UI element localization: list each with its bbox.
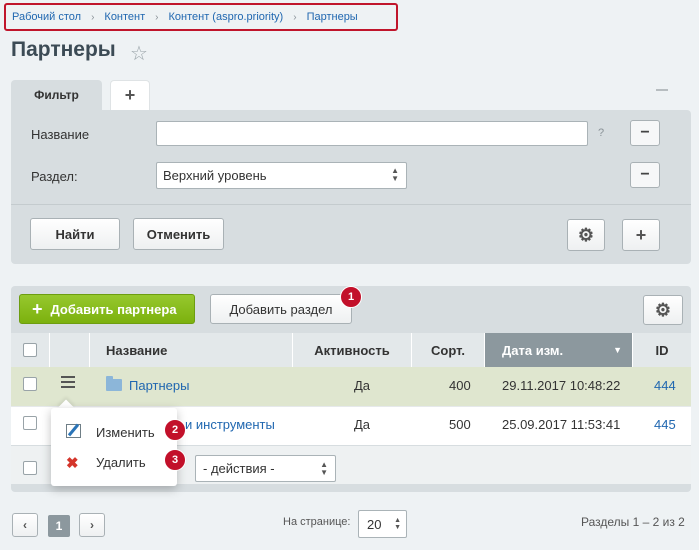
header-actions-cell xyxy=(50,333,90,367)
breadcrumb-item-partners[interactable]: Партнеры xyxy=(307,11,358,23)
section-select[interactable]: Верхний уровень ▲ ▼ xyxy=(156,162,407,189)
name-field-label: Название xyxy=(31,127,90,142)
column-header-name[interactable]: Название xyxy=(90,333,293,367)
gear-icon: ⚙ xyxy=(654,299,672,320)
row-id-link[interactable]: 444 xyxy=(654,378,676,393)
filter-settings-button[interactable]: ⚙ xyxy=(567,219,605,251)
context-menu xyxy=(51,408,177,486)
name-filter-input[interactable] xyxy=(156,121,588,146)
select-arrows-icon: ▲ ▼ xyxy=(320,460,328,477)
find-button[interactable]: Найти xyxy=(30,218,120,250)
breadcrumb: Рабочий стол › Контент › Контент (aspro.… xyxy=(4,3,398,31)
gear-icon: ⚙ xyxy=(577,224,595,245)
row-name-link[interactable]: Партнеры xyxy=(129,378,189,393)
row-active: Да xyxy=(354,378,371,393)
tab-filter[interactable]: Фильтр xyxy=(11,80,102,110)
row-sort: 400 xyxy=(449,378,471,393)
select-arrows-icon: ▲ ▼ xyxy=(394,517,401,531)
step-badge-1: 1 xyxy=(340,286,362,308)
column-header-date[interactable]: Дата изм. ▼ xyxy=(485,333,633,367)
collapse-filter-icon[interactable] xyxy=(656,89,668,91)
help-icon[interactable]: ? xyxy=(598,127,604,139)
prev-page-button[interactable]: ‹ xyxy=(12,513,38,537)
add-section-button[interactable]: Добавить раздел xyxy=(210,294,352,324)
group-action-value: - действия - xyxy=(203,461,275,476)
select-all-checkbox[interactable] xyxy=(23,343,37,357)
add-filter-field-button[interactable]: + xyxy=(622,219,660,251)
breadcrumb-item-content[interactable]: Контент xyxy=(104,11,145,23)
context-menu-edit[interactable]: Изменить xyxy=(96,425,155,440)
remove-name-field-button[interactable]: − xyxy=(630,120,660,146)
breadcrumb-item-aspro-priority[interactable]: Контент (aspro.priority) xyxy=(169,11,284,23)
row-checkbox[interactable] xyxy=(23,416,37,430)
plus-icon: + xyxy=(32,298,43,319)
select-arrows-icon: ▲ ▼ xyxy=(391,166,399,183)
breadcrumb-separator-icon: › xyxy=(293,11,297,23)
group-action-select[interactable]: - действия - ▲ ▼ xyxy=(195,455,336,482)
step-badge-2: 2 xyxy=(164,419,186,441)
delete-icon: ✖ xyxy=(66,455,79,472)
column-header-date-label: Дата изм. xyxy=(502,342,564,358)
per-page-label: На странице: xyxy=(283,516,351,528)
folder-icon xyxy=(106,376,122,391)
star-icon[interactable]: ☆ xyxy=(130,41,148,66)
row-menu-icon[interactable] xyxy=(61,376,75,388)
select-all-bottom-checkbox[interactable] xyxy=(23,461,37,475)
add-partner-label: Добавить партнера xyxy=(50,301,177,317)
row-date: 29.11.2017 10:48:22 xyxy=(502,378,621,393)
current-page-indicator: 1 xyxy=(48,515,70,537)
edit-icon xyxy=(66,424,81,438)
plus-icon: + xyxy=(635,224,647,245)
add-filter-tab-button[interactable]: + xyxy=(110,80,150,110)
row-sort: 500 xyxy=(449,417,471,432)
context-menu-delete[interactable]: Удалить xyxy=(96,455,146,470)
per-page-select[interactable]: 20 ▲ ▼ xyxy=(358,510,407,538)
section-select-value: Верхний уровень xyxy=(163,168,267,183)
per-page-value: 20 xyxy=(367,516,382,532)
breadcrumb-item-desktop[interactable]: Рабочий стол xyxy=(12,11,81,23)
step-badge-3: 3 xyxy=(164,449,186,471)
filter-divider xyxy=(11,204,691,205)
row-id-link[interactable]: 445 xyxy=(654,417,676,432)
row-name-link[interactable]: и инструменты xyxy=(185,417,275,432)
column-header-sort[interactable]: Сорт. xyxy=(412,333,485,367)
breadcrumb-separator-icon: › xyxy=(91,11,95,23)
row-active: Да xyxy=(354,417,371,432)
page-title: Партнеры xyxy=(11,38,116,61)
row-checkbox[interactable] xyxy=(23,377,37,391)
next-page-button[interactable]: › xyxy=(79,513,105,537)
total-count: Разделы 1 – 2 из 2 xyxy=(581,515,685,529)
column-header-active[interactable]: Активность xyxy=(293,333,412,367)
grid-settings-button[interactable]: ⚙ xyxy=(643,295,683,325)
remove-section-field-button[interactable]: − xyxy=(630,162,660,188)
add-partner-button[interactable]: + Добавить партнера xyxy=(19,294,195,324)
row-date: 25.09.2017 11:53:41 xyxy=(502,417,621,432)
breadcrumb-separator-icon: › xyxy=(155,11,159,23)
cancel-button[interactable]: Отменить xyxy=(133,218,224,250)
section-field-label: Раздел: xyxy=(31,169,78,184)
column-header-id[interactable]: ID xyxy=(633,333,691,367)
sort-desc-icon: ▼ xyxy=(613,345,622,355)
